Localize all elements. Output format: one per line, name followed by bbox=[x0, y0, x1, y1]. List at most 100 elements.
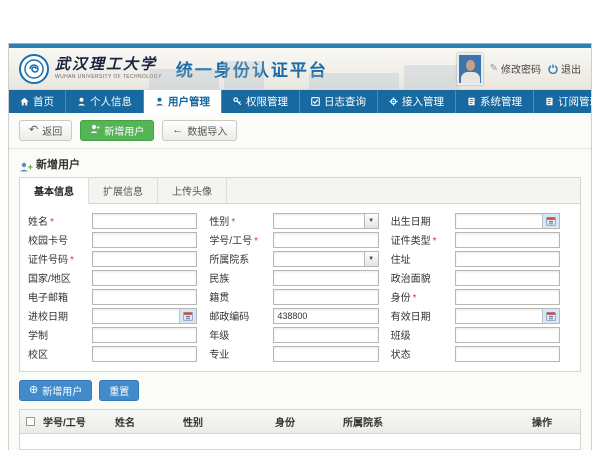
form-field: 国家/地区 bbox=[28, 268, 209, 287]
form-actions: ⊕ 新增用户 重置 bbox=[9, 372, 591, 409]
back-button[interactable]: ↶ 返回 bbox=[19, 120, 72, 141]
field-value: 438800 bbox=[277, 311, 377, 321]
add-user-toolbar-label: 新增用户 bbox=[104, 123, 144, 138]
plus-circle-icon: ⊕ bbox=[29, 385, 38, 396]
change-password-link[interactable]: ✎ 修改密码 bbox=[490, 61, 541, 76]
field-label: 身份* bbox=[391, 289, 455, 304]
text-field[interactable]: 438800 bbox=[273, 308, 378, 324]
submit-add-user-label: 新增用户 bbox=[42, 383, 82, 398]
date-field[interactable] bbox=[92, 308, 197, 324]
submit-add-user-button[interactable]: ⊕ 新增用户 bbox=[19, 380, 92, 401]
date-field[interactable] bbox=[455, 213, 560, 229]
header-skyline bbox=[404, 65, 459, 89]
add-user-icon: + bbox=[90, 124, 100, 137]
text-field[interactable] bbox=[92, 251, 197, 267]
nav-item-日志查询[interactable]: 日志查询 bbox=[300, 90, 378, 113]
chevron-down-icon[interactable]: ▼ bbox=[364, 214, 378, 228]
required-asterisk: * bbox=[254, 236, 258, 247]
text-field[interactable] bbox=[273, 232, 378, 248]
date-field[interactable] bbox=[455, 308, 560, 324]
nav-item-订阅管理[interactable]: 订阅管理 bbox=[534, 90, 600, 113]
back-arrow-icon: ↶ bbox=[29, 125, 38, 136]
field-label: 专业 bbox=[209, 346, 273, 361]
main-nav: 首页个人信息用户管理权限管理日志查询接入管理系统管理订阅管理 bbox=[9, 90, 591, 113]
tab-上传头像[interactable]: 上传头像 bbox=[158, 178, 227, 203]
nav-item-系统管理[interactable]: 系统管理 bbox=[456, 90, 534, 113]
field-label: 姓名* bbox=[28, 213, 92, 228]
text-field[interactable] bbox=[92, 270, 197, 286]
reset-button[interactable]: 重置 bbox=[99, 380, 139, 401]
form-field: 校区 bbox=[28, 344, 209, 363]
nav-item-接入管理[interactable]: 接入管理 bbox=[378, 90, 456, 113]
text-field[interactable] bbox=[455, 270, 560, 286]
text-field[interactable] bbox=[92, 289, 197, 305]
logout-link[interactable]: 退出 bbox=[548, 61, 581, 76]
pencil-icon: ✎ bbox=[490, 63, 498, 74]
app-header: 武汉理工大学 WUHAN UNIVERSITY OF TECHNOLOGY 统一… bbox=[9, 48, 591, 90]
user-form: 姓名*性别*▼出生日期校园卡号学号/工号*证件类型*证件号码*所属院系▼住址国家… bbox=[20, 204, 580, 371]
text-field[interactable] bbox=[455, 232, 560, 248]
column-header-操作: 操作 bbox=[532, 414, 574, 429]
field-label: 班级 bbox=[391, 327, 455, 342]
form-field: 姓名* bbox=[28, 211, 209, 230]
calendar-icon[interactable] bbox=[542, 309, 559, 323]
logout-label: 退出 bbox=[561, 61, 581, 76]
required-asterisk: * bbox=[413, 293, 417, 304]
nav-item-个人信息[interactable]: 个人信息 bbox=[66, 90, 144, 113]
text-field[interactable] bbox=[92, 213, 197, 229]
avatar-body bbox=[461, 72, 480, 85]
text-field[interactable] bbox=[455, 289, 560, 305]
toolbar: ↶ 返回 + 新增用户 ← 数据导入 bbox=[9, 113, 591, 149]
nav-item-首页[interactable]: 首页 bbox=[9, 90, 66, 113]
field-label: 国家/地区 bbox=[28, 270, 92, 285]
user-icon bbox=[77, 97, 86, 106]
university-logo-icon bbox=[19, 54, 49, 84]
tab-扩展信息[interactable]: 扩展信息 bbox=[89, 178, 158, 203]
nav-item-用户管理[interactable]: 用户管理 bbox=[144, 90, 222, 113]
text-field[interactable] bbox=[92, 346, 197, 362]
text-field[interactable] bbox=[455, 327, 560, 343]
chevron-down-icon[interactable]: ▼ bbox=[364, 252, 378, 266]
column-header-所属院系: 所属院系 bbox=[343, 414, 532, 429]
text-field[interactable] bbox=[92, 327, 197, 343]
data-import-button[interactable]: ← 数据导入 bbox=[162, 120, 237, 141]
nav-item-label: 用户管理 bbox=[168, 94, 210, 109]
form-field: 民族 bbox=[209, 268, 390, 287]
power-icon bbox=[548, 64, 558, 74]
form-field: 校园卡号 bbox=[28, 230, 209, 249]
home-icon bbox=[20, 97, 29, 106]
nav-item-权限管理[interactable]: 权限管理 bbox=[222, 90, 300, 113]
text-field[interactable] bbox=[273, 270, 378, 286]
text-field[interactable] bbox=[455, 346, 560, 362]
change-password-label: 修改密码 bbox=[501, 61, 541, 76]
text-field[interactable] bbox=[273, 346, 378, 362]
column-header-学号/工号: 学号/工号 bbox=[43, 414, 115, 429]
required-asterisk: * bbox=[433, 236, 437, 247]
field-label: 政治面貌 bbox=[391, 270, 455, 285]
column-header-姓名: 姓名 bbox=[115, 414, 183, 429]
form-field: 年级 bbox=[209, 325, 390, 344]
tab-基本信息[interactable]: 基本信息 bbox=[20, 178, 89, 204]
text-field[interactable] bbox=[92, 232, 197, 248]
table-header-row: 学号/工号姓名性别身份所属院系操作 bbox=[20, 410, 580, 434]
header-skyline bbox=[309, 73, 399, 89]
text-field[interactable] bbox=[455, 251, 560, 267]
gear-icon bbox=[389, 97, 398, 106]
field-label: 籍贯 bbox=[209, 289, 273, 304]
data-import-label: 数据导入 bbox=[187, 123, 227, 138]
select-field[interactable]: ▼ bbox=[273, 213, 378, 229]
select-all-checkbox[interactable] bbox=[26, 417, 35, 426]
field-label: 电子邮箱 bbox=[28, 289, 92, 304]
calendar-icon[interactable] bbox=[179, 309, 196, 323]
form-field: 有效日期 bbox=[391, 306, 572, 325]
text-field[interactable] bbox=[273, 289, 378, 305]
select-field[interactable]: ▼ bbox=[273, 251, 378, 267]
field-label: 所属院系 bbox=[209, 251, 273, 266]
text-field[interactable] bbox=[273, 327, 378, 343]
nav-item-label: 系统管理 bbox=[480, 94, 522, 109]
field-label: 民族 bbox=[209, 270, 273, 285]
calendar-icon[interactable] bbox=[542, 214, 559, 228]
plus-badge: + bbox=[28, 162, 33, 172]
field-label: 住址 bbox=[391, 251, 455, 266]
add-user-toolbar-button[interactable]: + 新增用户 bbox=[80, 120, 154, 141]
